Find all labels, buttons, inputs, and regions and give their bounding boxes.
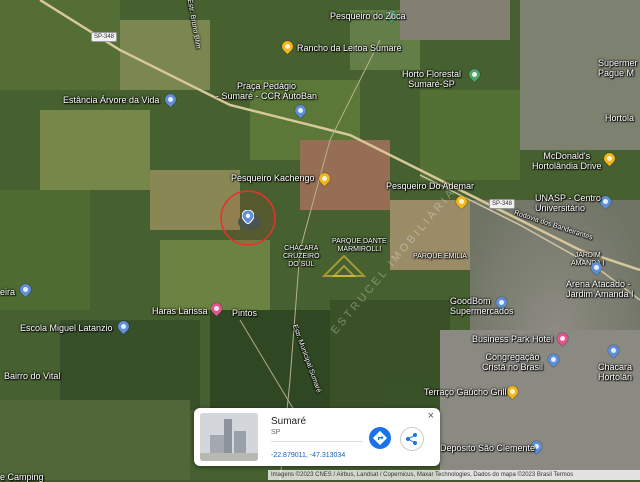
place-label[interactable]: Depósito São Clemente (440, 443, 535, 453)
place-label[interactable]: Escola Miguel Latanzio (20, 323, 113, 333)
place-label[interactable]: Hortola (605, 113, 634, 123)
share-icon (406, 433, 417, 445)
place-label[interactable]: Pintos (232, 308, 257, 318)
place-label[interactable]: Rancho da Leitoa Sumaré (297, 43, 402, 53)
place-subtitle: SP (271, 429, 281, 436)
divider (271, 441, 363, 442)
place-label[interactable]: eira (0, 287, 15, 297)
neighborhood-label: PARQUE DANTE MARMIROLLI (332, 238, 387, 253)
place-label[interactable]: Congregação Cristã no Brasil (482, 352, 543, 372)
place-label[interactable]: Haras Larissa (152, 306, 208, 316)
road-shield: SP-348 (91, 32, 118, 42)
place-label[interactable]: e Camping (0, 472, 44, 482)
location-pin-icon[interactable] (241, 209, 255, 225)
place-label[interactable]: Pesqueiro Kachengo (231, 173, 315, 183)
directions-icon (372, 430, 388, 446)
place-label[interactable]: GoodBom Supermercados (450, 296, 514, 316)
place-label[interactable]: Pesqueiro Do Ademar (386, 181, 474, 191)
road-shield: SP-348 (489, 199, 516, 209)
area-label: Bairro do Vital (4, 371, 61, 381)
place-label[interactable]: Horto Florestal Sumaré-SP (402, 69, 461, 89)
place-label[interactable]: Praça Pedágio - Sumaré - CCR AutoBan (216, 81, 317, 101)
place-label[interactable]: UNASP - Centro Universitário (535, 193, 601, 213)
place-thumbnail[interactable] (200, 413, 258, 461)
place-label[interactable]: Business Park Hotel (472, 334, 553, 344)
place-label[interactable]: Chácara Hortolân (598, 362, 632, 382)
close-button[interactable]: × (428, 410, 434, 422)
neighborhood-label: CHÁCARA CRUZEIRO DO SUL (283, 245, 320, 268)
place-title: Sumaré (271, 416, 307, 427)
watermark-logo-icon (322, 254, 366, 277)
neighborhood-label: PARQUE EMILIA (413, 253, 467, 260)
place-label[interactable]: Supermer Pague M (598, 58, 638, 78)
place-label[interactable]: Terraço Gaúcho Grill (424, 387, 507, 397)
map-attribution: Imagens ©2023 CNES / Airbus, Landsat / C… (268, 470, 640, 480)
place-info-card[interactable]: Sumaré SP -22.879011, -47.313034 × (194, 408, 440, 466)
share-button[interactable] (400, 427, 424, 451)
place-label[interactable]: Estância Árvore da Vida (63, 95, 159, 105)
coordinates[interactable]: -22.879011, -47.313034 (271, 452, 345, 459)
place-label[interactable]: Pesqueiro do Zuca (330, 11, 406, 21)
directions-button[interactable] (369, 427, 391, 449)
place-label[interactable]: McDonald's Hortolândia Drive (532, 151, 602, 171)
place-label[interactable]: Arena Atacado - Jardim Amanda I (566, 279, 634, 299)
